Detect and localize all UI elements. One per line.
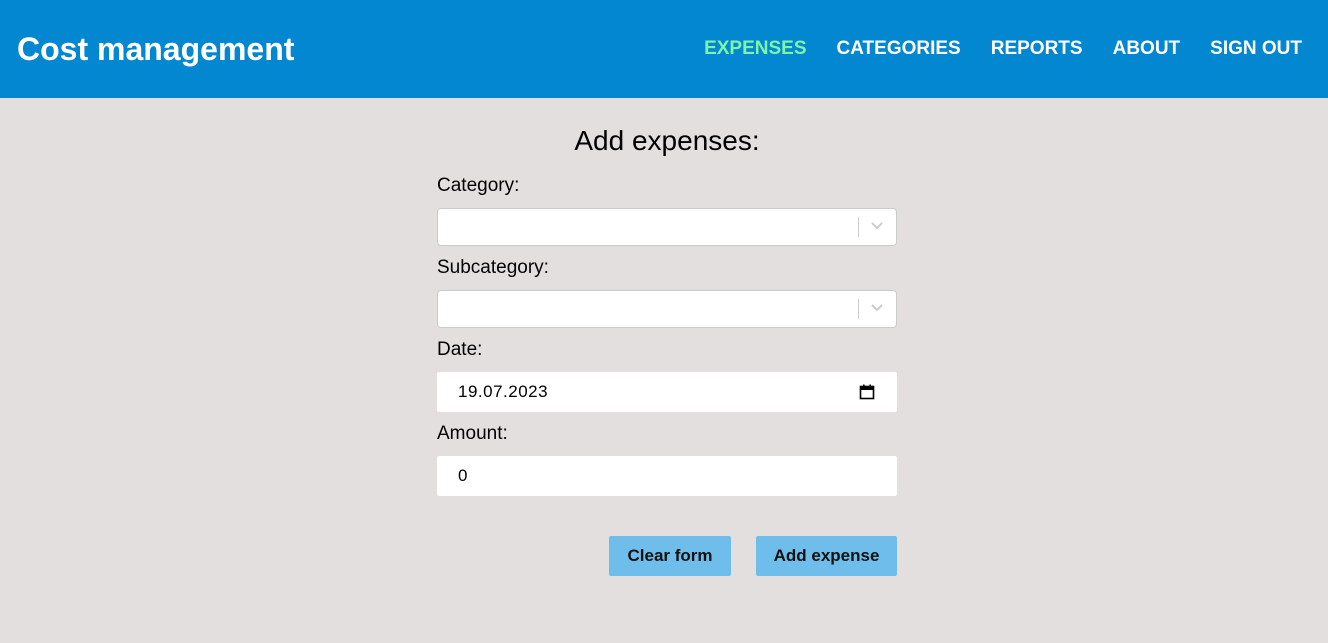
amount-value: 0 [458, 466, 468, 485]
subcategory-label: Subcategory: [437, 257, 549, 278]
subcategory-select[interactable] [437, 290, 897, 328]
nav-expenses[interactable]: EXPENSES [704, 38, 806, 60]
nav-reports[interactable]: REPORTS [991, 38, 1083, 60]
amount-label: Amount: [437, 423, 508, 444]
date-label: Date: [437, 339, 483, 360]
app-header: Cost management EXPENSES CATEGORIES REPO… [0, 0, 1328, 98]
clear-form-button[interactable]: Clear form [609, 536, 731, 576]
add-expense-button[interactable]: Add expense [756, 536, 897, 576]
nav-sign-out[interactable]: SIGN OUT [1210, 38, 1302, 60]
chevron-down-icon[interactable] [870, 303, 884, 313]
select-separator [858, 299, 859, 319]
nav-about[interactable]: ABOUT [1113, 38, 1181, 60]
app-title: Cost management [17, 31, 295, 67]
date-value: 19.07.2023 [458, 382, 549, 401]
main-nav: EXPENSES CATEGORIES REPORTS ABOUT SIGN O… [704, 38, 1302, 60]
page-title: Add expenses: [574, 124, 760, 156]
calendar-icon[interactable] [859, 384, 875, 400]
select-separator [858, 217, 859, 237]
chevron-down-icon[interactable] [870, 221, 884, 231]
date-input[interactable]: 19.07.2023 [437, 372, 897, 412]
category-select[interactable] [437, 208, 897, 246]
category-label: Category: [437, 175, 520, 196]
nav-categories[interactable]: CATEGORIES [837, 38, 961, 60]
amount-input[interactable]: 0 [437, 456, 897, 496]
